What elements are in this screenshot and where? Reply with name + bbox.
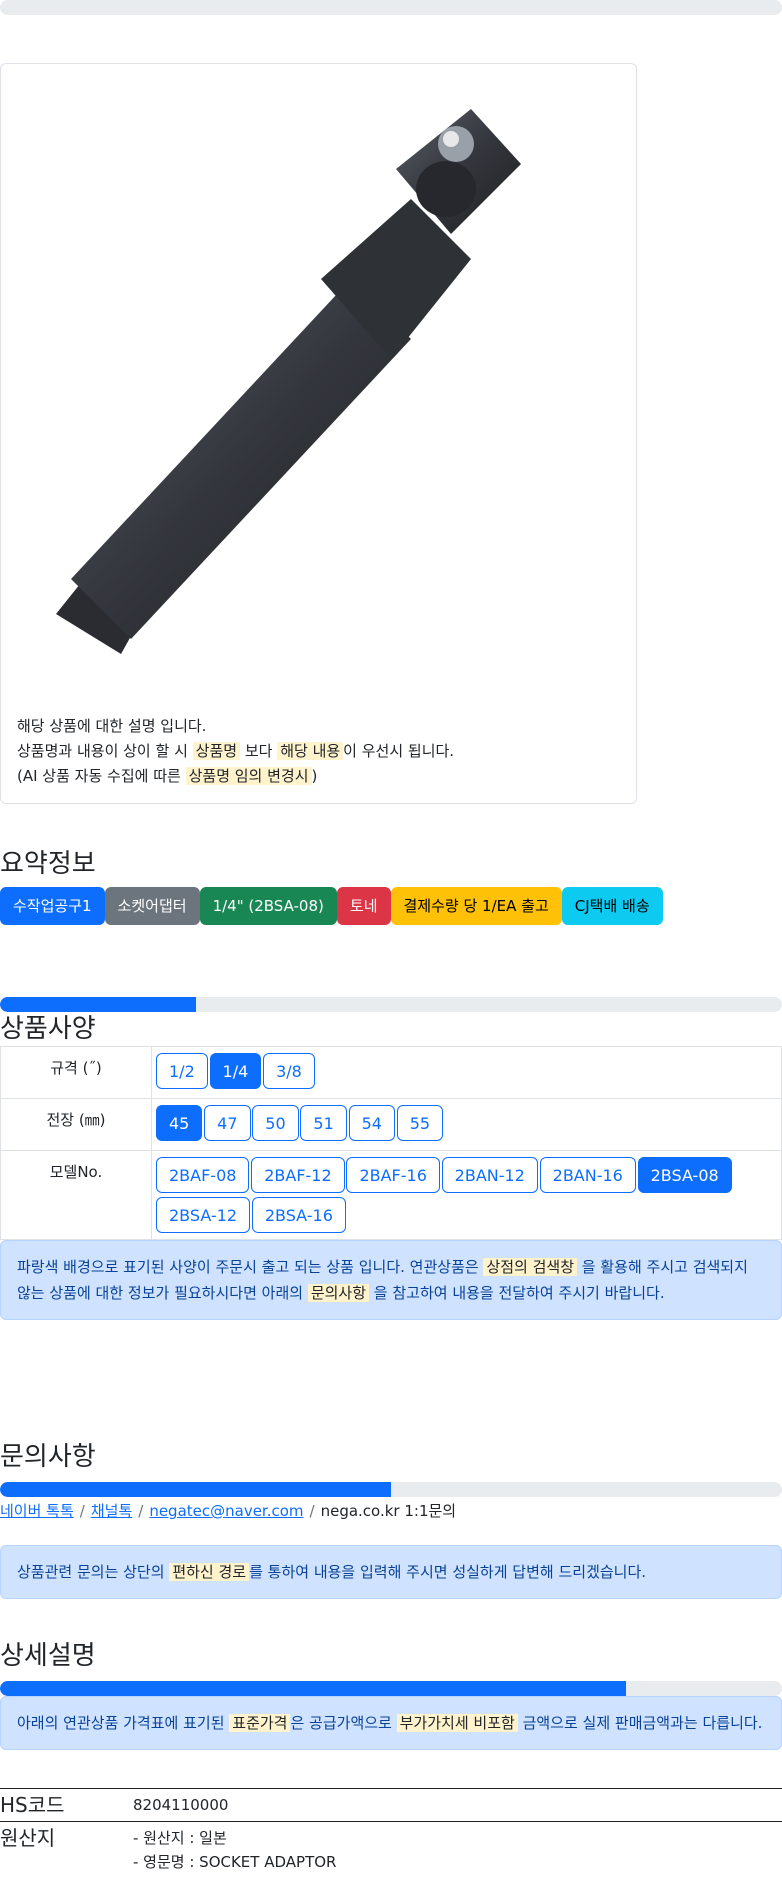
origin-line: - 원산지 : 일본	[133, 1829, 227, 1847]
option-button[interactable]: 2BAF-08	[156, 1157, 250, 1193]
option-button[interactable]: 2BAN-12	[441, 1157, 538, 1193]
hs-code-row: HS코드 8204110000	[0, 1788, 782, 1821]
spec-title: 상품사양	[0, 1014, 96, 1044]
separator: /	[138, 1502, 144, 1520]
origin-line: - 영문명 : SOCKET ADAPTOR	[133, 1853, 337, 1871]
text: 를 통하여 내용을 입력해 주시면 성실하게 답변해 드리겠습니다.	[249, 1563, 647, 1581]
description-line-3: (AI 상품 자동 수집에 따른 상품명 임의 변경시)	[17, 764, 454, 789]
inquiry-links: 네이버 톡톡 / 채널톡 / negatec@naver.com / nega.co.kr …	[0, 1497, 782, 1525]
option-button[interactable]: 2BSA-12	[156, 1197, 251, 1233]
naver-talk-link[interactable]: 네이버 톡톡	[0, 1502, 74, 1520]
highlight: 상품명 임의 변경시	[185, 767, 312, 785]
text: 파랑색 배경으로 표기된 사양이 주문시 출고 되는 상품 입니다. 연관상품은	[17, 1258, 484, 1276]
text: 아래의 연관상품 가격표에 표기된	[17, 1714, 230, 1732]
text: 상품관련 문의는 상단의	[17, 1563, 170, 1581]
option-button[interactable]: 1/2	[156, 1053, 208, 1089]
channel-talk-link[interactable]: 채널톡	[91, 1502, 132, 1520]
badge-quantity: 결제수량 당 1/EA 출고	[390, 887, 562, 925]
spec-row: 규격 (˝) 1/2 1/4 3/8	[0, 1046, 782, 1099]
spec-label: 규격 (˝)	[0, 1046, 152, 1099]
detail-notice: 아래의 연관상품 가격표에 표기된 표준가격 은 공급가액으로 부가가치세 비포함…	[0, 1696, 782, 1750]
email-link[interactable]: negatec@naver.com	[149, 1502, 303, 1520]
origin-values: - 원산지 : 일본 - 영문명 : SOCKET ADAPTOR	[133, 1822, 336, 1874]
spec-row: 전장 (㎜) 45 47 50 51 54 55	[0, 1098, 782, 1151]
separator: /	[79, 1502, 85, 1520]
site-inquiry: nega.co.kr 1:1문의	[320, 1502, 457, 1520]
badge-category: 수작업공구1	[0, 887, 105, 925]
highlight: 해당 내용	[277, 742, 344, 760]
option-button[interactable]: 1/4	[209, 1053, 262, 1089]
spec-row: 모델No. 2BAF-08 2BAF-12 2BAF-16 2BAN-12 2B…	[0, 1150, 782, 1240]
highlight: 상점의 검색창	[483, 1258, 578, 1276]
origin-row: 원산지 - 원산지 : 일본 - 영문명 : SOCKET ADAPTOR	[0, 1821, 782, 1874]
text: 을 참고하여 내용을 전달하여 주시기 바랍니다.	[369, 1284, 665, 1302]
highlight: 부가가치세 비포함	[396, 1714, 518, 1732]
detail-title: 상세설명	[0, 1641, 96, 1671]
separator: /	[309, 1502, 315, 1520]
inquiry-title: 문의사항	[0, 1442, 96, 1472]
option-button[interactable]: 2BSA-16	[251, 1197, 346, 1233]
highlight: 편하신 경로	[169, 1563, 250, 1581]
inquiry-progress-bar	[0, 1482, 782, 1497]
hs-code-value: 8204110000	[133, 1796, 229, 1814]
text: 금액으로 실제 판매금액과는 다릅니다.	[517, 1714, 763, 1732]
highlight: 상품명	[192, 742, 241, 760]
option-button[interactable]: 54	[348, 1105, 395, 1141]
hs-code-label: HS코드	[0, 1793, 65, 1817]
text: )	[311, 767, 318, 785]
spec-options: 1/2 1/4 3/8	[151, 1046, 782, 1099]
text: 은 공급가액으로	[290, 1714, 397, 1732]
spec-progress-bar	[0, 997, 782, 1012]
description-line-1: 해당 상품에 대한 설명 입니다.	[17, 717, 207, 735]
option-button[interactable]: 55	[396, 1105, 444, 1141]
socket-adapter-image	[56, 109, 521, 654]
option-button[interactable]: 50	[252, 1105, 299, 1141]
origin-label: 원산지	[0, 1826, 56, 1850]
top-progress-bar	[0, 0, 782, 15]
option-button[interactable]: 2BSA-08	[637, 1157, 732, 1193]
text: 상품명과 내용이 상이 할 시	[17, 742, 193, 760]
product-description: 해당 상품에 대한 설명 입니다. 상품명과 내용이 상이 할 시 상품명 보다…	[17, 714, 454, 789]
badge-brand: 토네	[336, 887, 391, 925]
option-button[interactable]: 2BAF-16	[346, 1157, 440, 1193]
spec-options: 2BAF-08 2BAF-12 2BAF-16 2BAN-12 2BAN-16 …	[151, 1150, 782, 1240]
highlight: 문의사항	[307, 1284, 370, 1302]
badge-shipping: CJ택배 배송	[561, 887, 663, 925]
text: 이 우선시 됩니다.	[343, 742, 455, 760]
badge-type: 소켓어댑터	[104, 887, 200, 925]
text: (AI 상품 자동 수집에 따른	[17, 767, 186, 785]
progress-fill	[0, 997, 196, 1012]
highlight: 표준가격	[229, 1714, 291, 1732]
option-button[interactable]: 51	[300, 1105, 347, 1141]
product-card: 해당 상품에 대한 설명 입니다. 상품명과 내용이 상이 할 시 상품명 보다…	[0, 63, 637, 804]
spec-label: 전장 (㎜)	[0, 1098, 152, 1151]
progress-fill	[0, 1681, 626, 1696]
option-button[interactable]: 47	[204, 1105, 251, 1141]
option-button[interactable]: 45	[156, 1105, 203, 1141]
summary-badges: 수작업공구1 소켓어댑터 1/4" (2BSA-08) 토네 결제수량 당 1/…	[0, 887, 782, 925]
spec-table: 규격 (˝) 1/2 1/4 3/8 전장 (㎜) 45 47 50 51 54…	[0, 1046, 782, 1240]
progress-fill	[0, 1482, 391, 1497]
spec-options: 45 47 50 51 54 55	[151, 1098, 782, 1151]
badge-spec: 1/4" (2BSA-08)	[199, 887, 337, 925]
text: 보다	[240, 742, 278, 760]
detail-progress-bar	[0, 1681, 782, 1696]
spec-notice: 파랑색 배경으로 표기된 사양이 주문시 출고 되는 상품 입니다. 연관상품은…	[0, 1240, 782, 1320]
option-button[interactable]: 2BAN-16	[539, 1157, 636, 1193]
description-line-2: 상품명과 내용이 상이 할 시 상품명 보다 해당 내용 이 우선시 됩니다.	[17, 739, 454, 764]
option-button[interactable]: 3/8	[263, 1053, 315, 1089]
spec-label: 모델No.	[0, 1150, 152, 1240]
option-button[interactable]: 2BAF-12	[251, 1157, 345, 1193]
summary-title: 요약정보	[0, 849, 96, 879]
inquiry-notice: 상품관련 문의는 상단의 편하신 경로 를 통하여 내용을 입력해 주시면 성실하…	[0, 1545, 782, 1599]
